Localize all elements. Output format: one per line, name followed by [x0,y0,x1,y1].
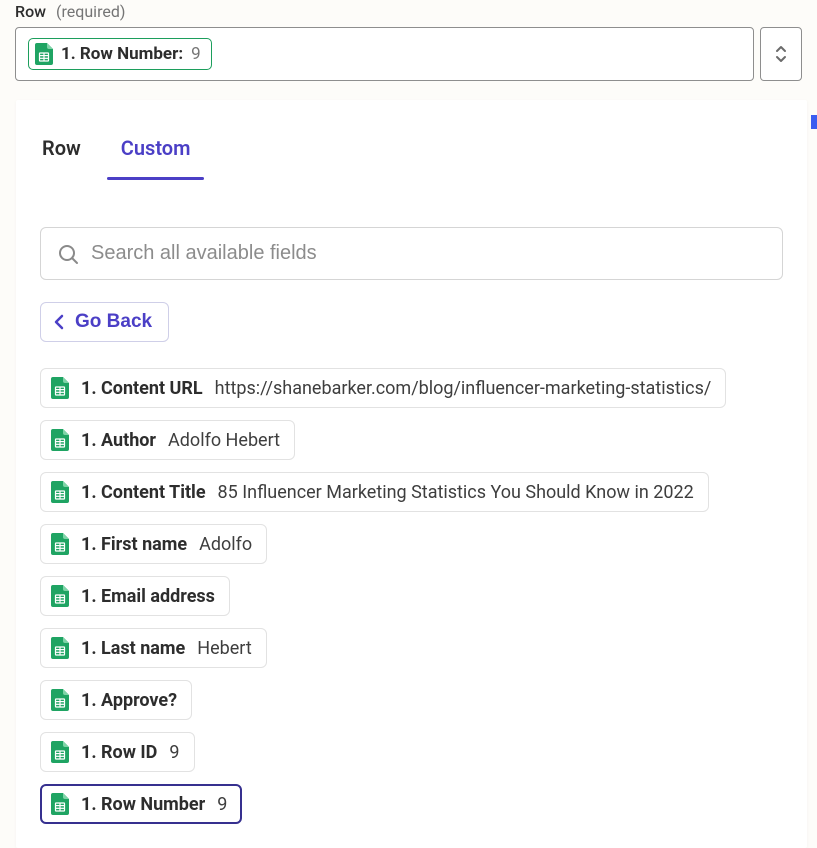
sheets-icon [51,793,69,815]
field-item-value: Hebert [197,638,251,659]
search-field[interactable] [40,227,783,280]
field-item-label: 1. Content Title [81,482,206,503]
chevron-updown-icon [773,43,789,65]
sheets-icon [51,429,69,451]
field-label-text: Row [15,2,46,21]
go-back-label: Go Back [75,311,152,333]
field-item-value: https://shanebarker.com/blog/influencer-… [215,378,712,399]
row-select-toggle[interactable] [760,27,802,81]
field-item-label: 1. Email address [81,586,215,607]
sheets-icon [51,533,69,555]
search-icon [57,243,79,265]
field-item-label: 1. Last name [81,638,185,659]
field-item-value: 9 [217,794,227,815]
page-accent [811,115,817,129]
field-item-value: 9 [169,742,179,763]
selected-pill-label: 1. Row Number: [61,44,183,64]
field-item-label: 1. Row ID [81,742,157,763]
field-item[interactable]: 1. Row Number 9 [40,784,242,824]
field-item-label: 1. Author [81,430,156,451]
field-item-label: 1. Row Number [81,794,205,815]
field-item[interactable]: 1. Approve? [40,680,192,720]
row-select-value[interactable]: 1. Row Number: 9 [15,27,754,81]
field-item[interactable]: 1. First name Adolfo [40,524,267,564]
sheets-icon [51,637,69,659]
field-item[interactable]: 1. Content Title 85 Influencer Marketing … [40,472,709,512]
go-back-button[interactable]: Go Back [40,302,169,342]
field-item[interactable]: 1. Author Adolfo Hebert [40,420,295,460]
field-item-value: 85 Influencer Marketing Statistics You S… [218,482,694,503]
sheets-icon [51,377,69,399]
row-select: 1. Row Number: 9 [15,27,802,81]
sheets-icon [51,481,69,503]
field-item[interactable]: 1. Content URL https://shanebarker.com/bl… [40,368,726,408]
field-picker-panel: Row Custom Go Back 1. Content URL https:/… [16,100,807,848]
field-item[interactable]: 1. Email address [40,576,230,616]
sheets-icon [51,741,69,763]
field-item-label: 1. First name [81,534,187,555]
picker-tabs: Row Custom [40,100,783,181]
sheets-icon [51,585,69,607]
selected-pill: 1. Row Number: 9 [28,38,212,70]
search-input[interactable] [91,242,766,265]
chevron-left-icon [53,313,65,331]
field-item-value: Adolfo Hebert [168,430,280,451]
field-item[interactable]: 1. Row ID 9 [40,732,195,772]
tab-row[interactable]: Row [40,126,83,180]
sheets-icon [35,43,53,65]
field-item-label: 1. Approve? [81,690,177,711]
tab-custom[interactable]: Custom [119,126,193,180]
field-item-value: Adolfo [199,534,252,555]
field-required-text: (required) [56,2,125,21]
sheets-icon [51,689,69,711]
field-item-label: 1. Content URL [81,378,203,399]
selected-pill-value: 9 [191,44,201,64]
field-header: Row (required) [15,0,802,27]
field-item[interactable]: 1. Last name Hebert [40,628,267,668]
field-list: 1. Content URL https://shanebarker.com/bl… [40,368,783,824]
